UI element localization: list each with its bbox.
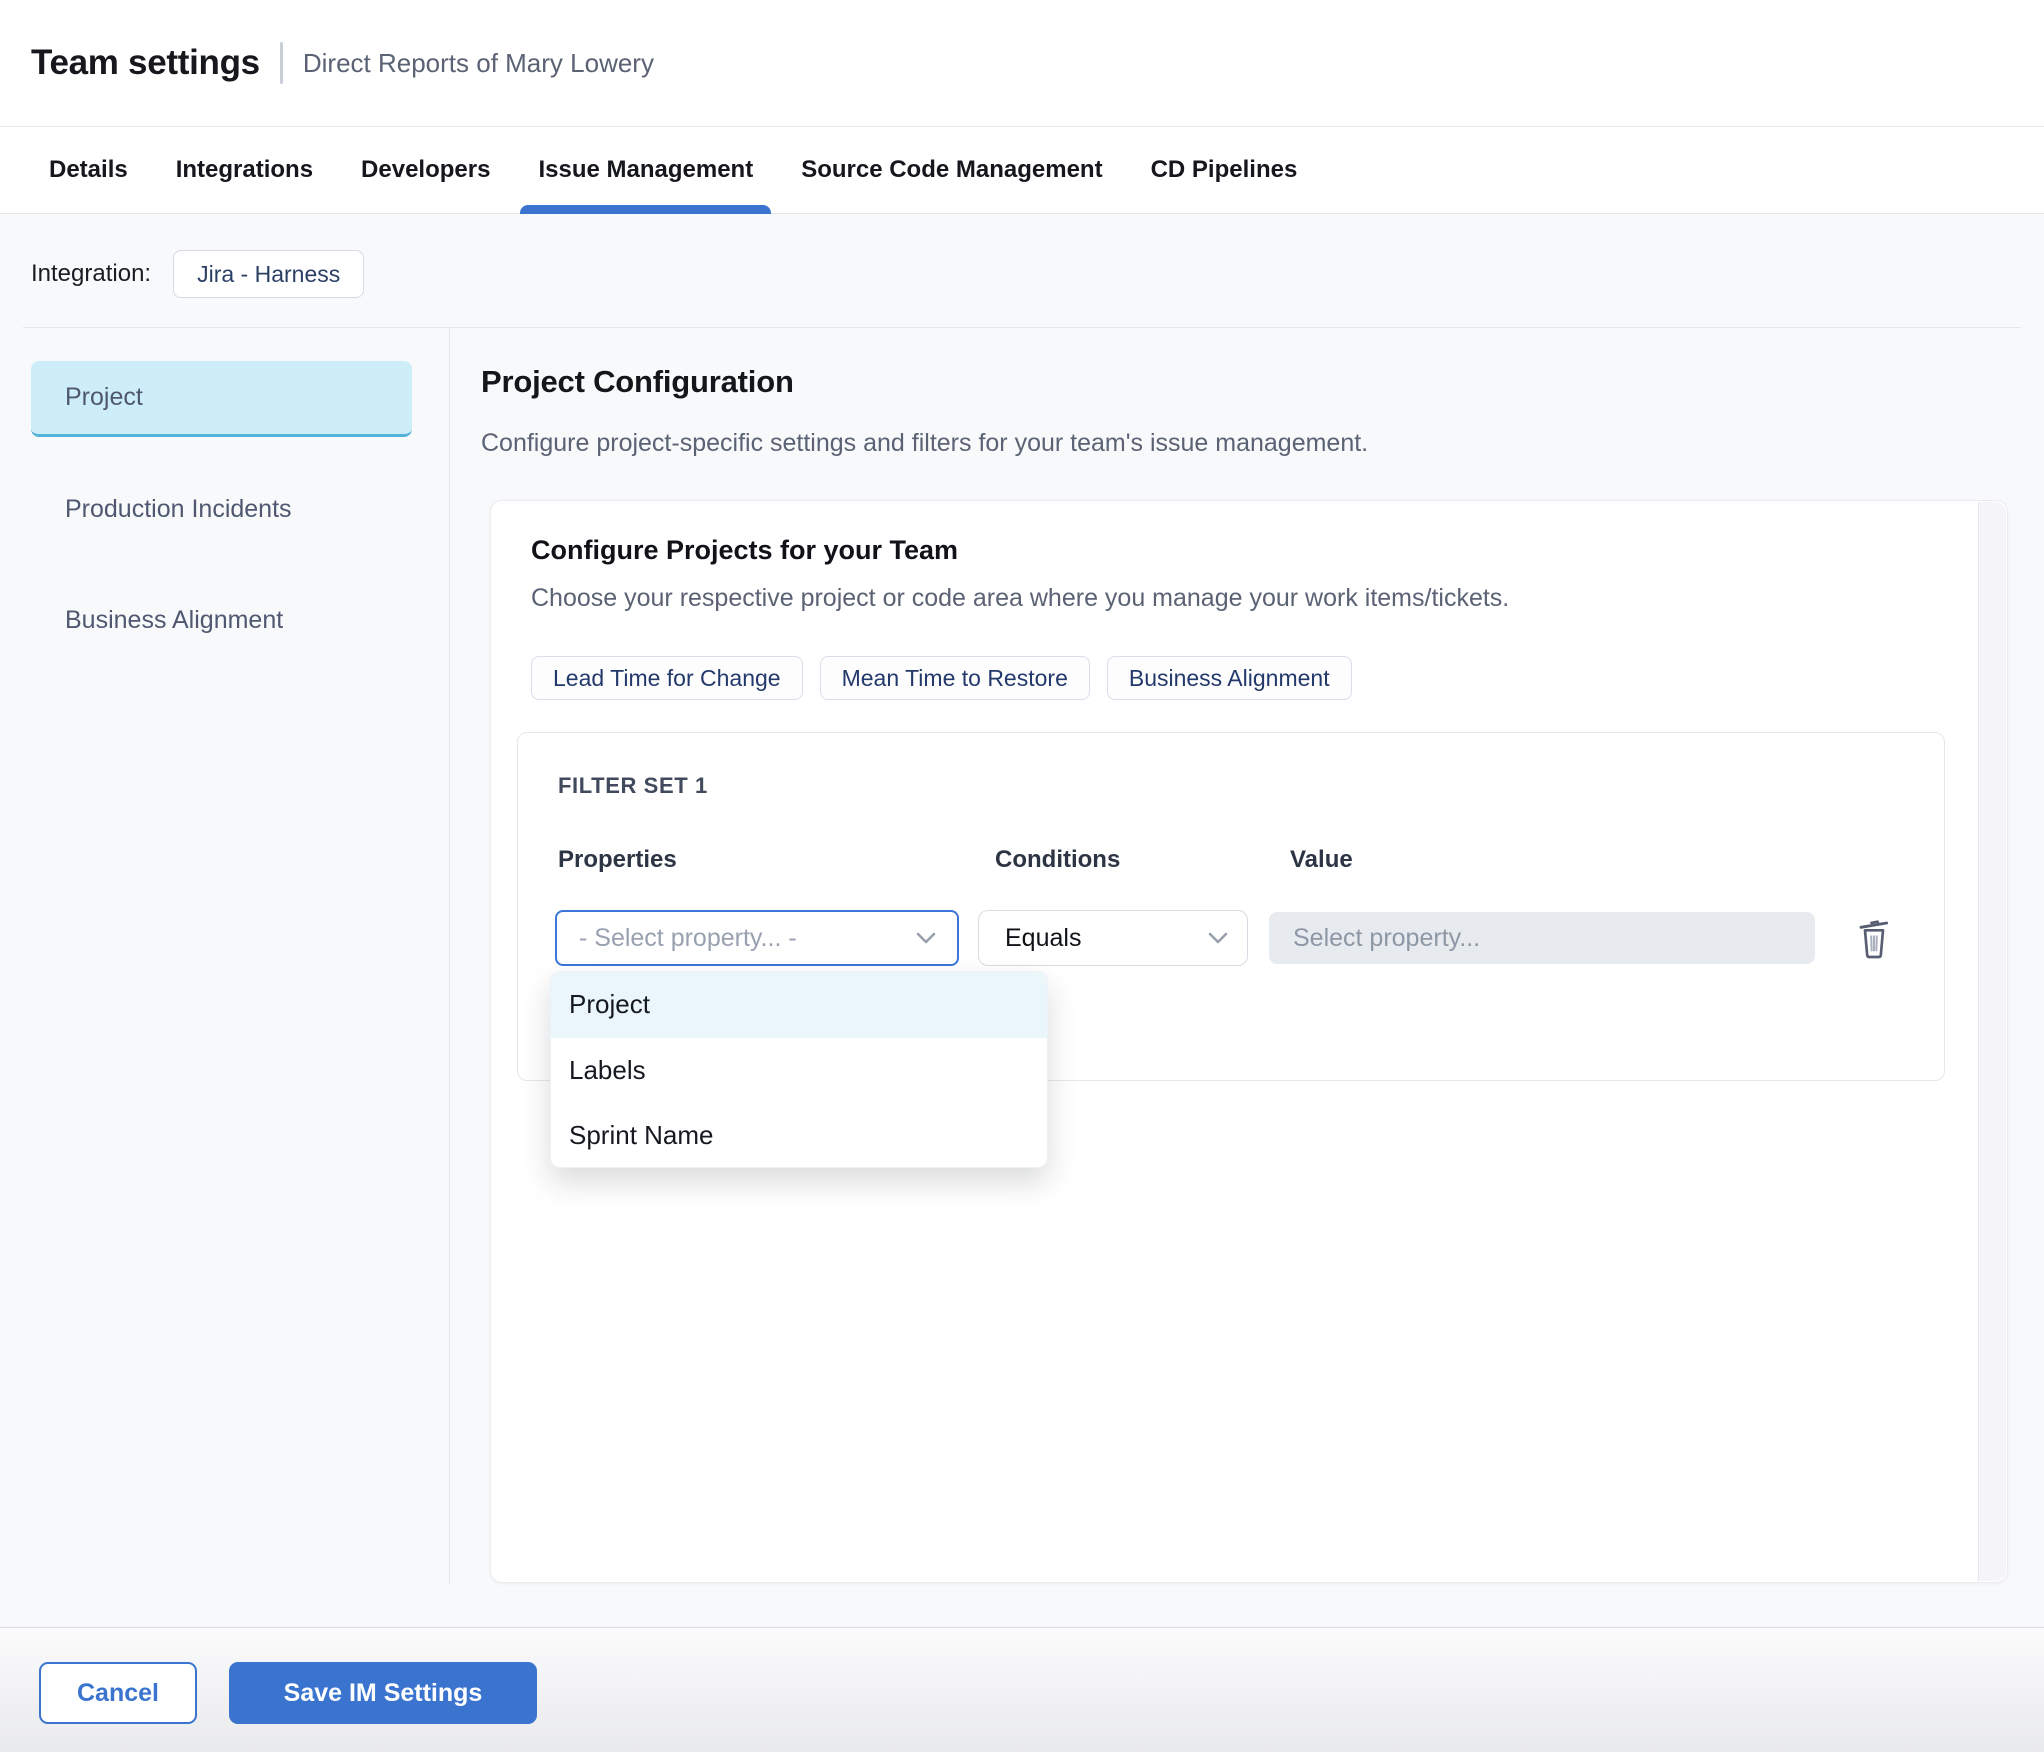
card-title: Configure Projects for your Team [531, 535, 959, 565]
metric-tab-label: Lead Time for Change [553, 664, 781, 691]
metric-tab-mean-time-to-restore[interactable]: Mean Time to Restore [819, 656, 1090, 700]
integration-bar-divider [23, 327, 2021, 328]
tab-label: Source Code Management [801, 156, 1103, 183]
column-header-value: Value [1290, 846, 1353, 873]
column-header-properties: Properties [558, 846, 677, 873]
content-area: Integration: Jira - Harness Project Prod… [0, 214, 2044, 1627]
tab-label: Developers [361, 156, 491, 183]
sidebar-item-label: Business Alignment [65, 605, 284, 634]
tab-label: Integrations [175, 156, 314, 183]
dropdown-option-label: Labels [569, 1054, 646, 1085]
integration-selector-chip[interactable]: Jira - Harness [173, 250, 365, 298]
condition-select-value: Equals [1005, 923, 1082, 952]
metric-tab-label: Mean Time to Restore [841, 664, 1068, 691]
tab-details[interactable]: Details [31, 127, 146, 213]
tab-source-code-management[interactable]: Source Code Management [783, 127, 1120, 213]
tab-cd-pipelines[interactable]: CD Pipelines [1133, 127, 1316, 213]
metric-tab-business-alignment[interactable]: Business Alignment [1106, 656, 1352, 700]
column-header-conditions: Conditions [995, 846, 1121, 873]
sidebar-item-business-alignment[interactable]: Business Alignment [31, 582, 412, 658]
value-input[interactable] [1269, 912, 1815, 964]
sidebar-item-label: Project [65, 383, 143, 411]
metric-tab-lead-time-for-change[interactable]: Lead Time for Change [531, 656, 803, 700]
condition-select[interactable]: Equals [978, 910, 1248, 966]
property-dropdown-menu: Project Labels Sprint Name [550, 971, 1048, 1168]
tab-issue-management[interactable]: Issue Management [520, 127, 772, 214]
dropdown-option-sprint-name[interactable]: Sprint Name [551, 1103, 1047, 1167]
delete-filter-button[interactable] [1848, 910, 1900, 966]
tab-label: Details [49, 156, 128, 183]
filter-set-title: FILTER SET 1 [558, 773, 708, 798]
metric-tabs: Lead Time for Change Mean Time to Restor… [531, 656, 1352, 700]
tab-label: CD Pipelines [1150, 156, 1298, 183]
integration-label: Integration: [31, 260, 152, 287]
card-description: Choose your respective project or code a… [531, 584, 1510, 612]
configure-projects-card: Configure Projects for your Team Choose … [490, 500, 2008, 1583]
cancel-button[interactable]: Cancel [39, 1662, 197, 1724]
page-title: Team settings [31, 43, 260, 82]
dropdown-option-label: Sprint Name [569, 1120, 714, 1151]
dropdown-option-labels[interactable]: Labels [551, 1038, 1047, 1104]
tab-bar: Details Integrations Developers Issue Ma… [0, 126, 2044, 214]
trash-icon [1859, 920, 1889, 959]
sidebar-item-production-incidents[interactable]: Production Incidents [31, 471, 412, 547]
sidebar-divider [449, 327, 450, 1583]
sidebar-item-project[interactable]: Project [31, 361, 412, 437]
tab-label: Issue Management [538, 156, 754, 183]
property-select-placeholder: - Select property... - [579, 923, 797, 952]
tab-developers[interactable]: Developers [343, 127, 508, 213]
tab-integrations[interactable]: Integrations [158, 127, 331, 213]
property-select[interactable]: - Select property... - [555, 910, 959, 966]
card-scrollbar[interactable] [1978, 502, 2006, 1581]
page-header: Team settings Direct Reports of Mary Low… [0, 0, 2044, 126]
active-tab-underline [520, 205, 772, 214]
title-divider [279, 42, 283, 84]
chevron-down-icon [1208, 932, 1228, 944]
dropdown-option-label: Project [569, 989, 650, 1020]
metric-tab-label: Business Alignment [1128, 664, 1330, 691]
save-im-settings-button[interactable]: Save IM Settings [229, 1662, 537, 1724]
section-title: Project Configuration [481, 364, 794, 399]
section-description: Configure project-specific settings and … [481, 429, 1369, 457]
dropdown-option-project[interactable]: Project [551, 972, 1047, 1038]
chevron-down-icon [916, 932, 936, 944]
footer-action-bar: Cancel Save IM Settings [0, 1627, 2044, 1752]
integration-row: Integration: Jira - Harness [31, 250, 365, 298]
sidebar-item-label: Production Incidents [65, 494, 292, 523]
title-row: Team settings Direct Reports of Mary Low… [31, 0, 654, 126]
page-subtitle: Direct Reports of Mary Lowery [302, 47, 654, 78]
integration-chip-label: Jira - Harness [197, 260, 341, 287]
